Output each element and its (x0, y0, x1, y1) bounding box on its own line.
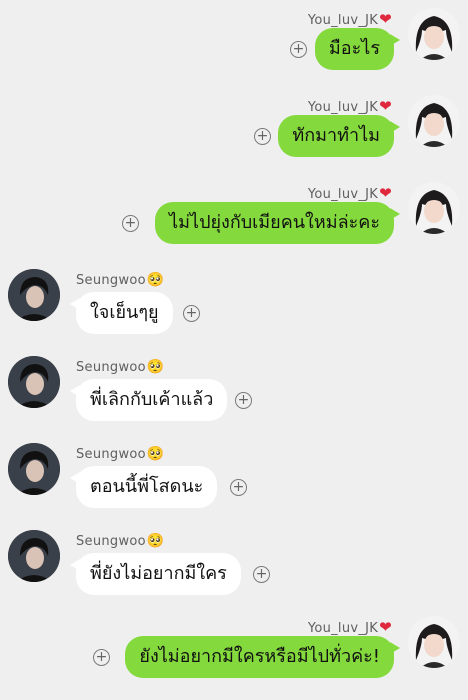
add-reaction-icon[interactable]: + (122, 215, 139, 232)
outgoing-message-bubble[interactable]: ทักมาทำไม (278, 115, 400, 157)
pleading-face-icon: 🥺 (146, 446, 165, 462)
chat-message: Seungwoo🥺 ใจเย็นๆยู + (0, 264, 468, 351)
add-reaction-icon[interactable]: + (93, 649, 110, 666)
avatar[interactable] (408, 616, 460, 668)
add-reaction-icon[interactable]: + (290, 41, 307, 58)
outgoing-message-bubble[interactable]: ไม่ไปยุ่งกับเมียคนใหม่ล่ะคะ (155, 202, 400, 244)
add-reaction-icon[interactable]: + (253, 566, 270, 583)
avatar[interactable] (408, 182, 460, 234)
heart-icon: ❤ (379, 97, 392, 115)
outgoing-message-bubble[interactable]: ยังไม่อยากมีใครหรือมีไปทั่วค่ะ! (125, 636, 400, 678)
avatar[interactable] (8, 443, 60, 495)
incoming-message-bubble[interactable]: ตอนนี้พี่โสดนะ (69, 466, 218, 508)
sender-name: You_luv_JK❤ (307, 97, 392, 115)
chat-message: You_luv_JK❤ ทักมาทำไม + (0, 87, 468, 174)
incoming-message-bubble[interactable]: พี่ยังไม่อยากมีใคร (70, 553, 241, 595)
sender-name: Seungwoo🥺 (76, 272, 165, 288)
incoming-message-bubble[interactable]: ใจเย็นๆยู (70, 292, 173, 334)
sender-name: You_luv_JK❤ (307, 10, 392, 28)
add-reaction-icon[interactable]: + (235, 392, 252, 409)
avatar[interactable] (8, 530, 60, 582)
chat-message: Seungwoo🥺 พี่เลิกกับเค้าแล้ว + (0, 351, 468, 438)
avatar[interactable] (408, 8, 460, 60)
sender-name: Seungwoo🥺 (76, 533, 165, 549)
pleading-face-icon: 🥺 (146, 359, 165, 375)
add-reaction-icon[interactable]: + (230, 479, 247, 496)
chat-message: Seungwoo🥺 ตอนนี้พี่โสดนะ + (0, 438, 468, 525)
heart-icon: ❤ (379, 10, 392, 28)
sender-name: You_luv_JK❤ (307, 184, 392, 202)
pleading-face-icon: 🥺 (146, 533, 165, 549)
incoming-message-bubble[interactable]: พี่เลิกกับเค้าแล้ว (69, 379, 228, 421)
sender-name: Seungwoo🥺 (76, 446, 165, 462)
chat-message: You_luv_JK❤ ยังไม่อยากมีใครหรือมีไปทั่วค… (0, 608, 468, 695)
pleading-face-icon: 🥺 (146, 272, 165, 288)
heart-icon: ❤ (379, 184, 392, 202)
sender-name: You_luv_JK❤ (307, 618, 392, 636)
outgoing-message-bubble[interactable]: มือะไร (314, 28, 401, 70)
chat-message: You_luv_JK❤ มือะไร + (0, 0, 468, 87)
add-reaction-icon[interactable]: + (254, 128, 271, 145)
heart-icon: ❤ (379, 618, 392, 636)
chat-message: You_luv_JK❤ ไม่ไปยุ่งกับเมียคนใหม่ล่ะคะ … (0, 174, 468, 261)
chat-message: Seungwoo🥺 พี่ยังไม่อยากมีใคร + (0, 525, 468, 612)
avatar[interactable] (8, 269, 60, 321)
add-reaction-icon[interactable]: + (183, 305, 200, 322)
avatar[interactable] (8, 356, 60, 408)
avatar[interactable] (408, 95, 460, 147)
sender-name: Seungwoo🥺 (76, 359, 165, 375)
